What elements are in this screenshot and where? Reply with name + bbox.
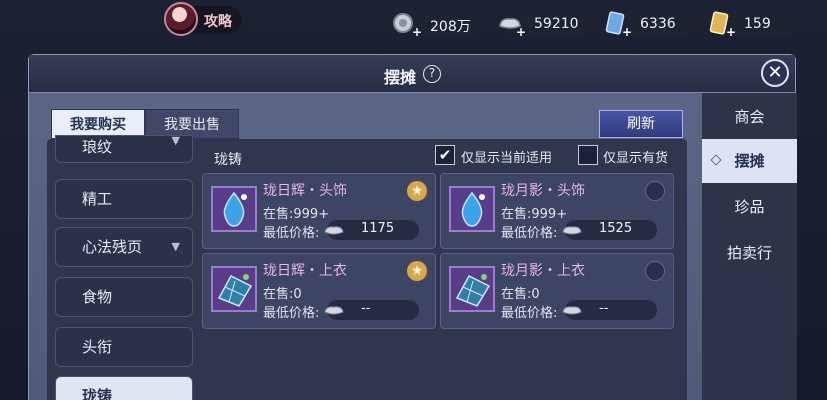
category-label: 心法残页 [82,238,143,256]
solar-panel-icon [211,266,257,312]
category-label: 精工 [82,190,113,208]
min-price-label: 最低价格: [263,306,320,321]
min-price-label: 最低价格: [501,306,558,321]
resource-gold-tickets[interactable]: + 159 [709,11,798,39]
resource-value: 159 [744,16,771,32]
blue-gem-icon [449,186,495,232]
filter-current-checkbox[interactable]: ✔ [435,145,455,165]
sidenav-item-stall[interactable]: 摆摊 [702,139,797,183]
resource-silver-ingots[interactable]: + 59210 [499,12,588,39]
item-card[interactable]: 珑月影・头饰 在售:999+ 最低价格: 1525 [440,173,674,249]
category-label: 食物 [82,288,113,306]
item-card[interactable]: 珑月影・上衣 在售:0 最低价格: -- [440,253,674,329]
min-price-label: 最低价格: [501,226,558,241]
item-name: 珑月影・头饰 [501,183,585,199]
sidenav-item-chamber[interactable]: 商会 [702,95,797,139]
sidenav-item-treasure[interactable]: 珍品 [702,185,797,229]
refresh-button[interactable]: 刷新 [599,110,683,138]
silver-ingot-icon: + [496,9,526,39]
category-label: 珑铸 [82,387,113,400]
min-price-label: 最低价格: [263,226,320,241]
item-price: -- [599,301,609,316]
item-stock: 在售:999+ [263,207,330,222]
sidenav-item-auction[interactable]: 拍卖行 [702,231,797,275]
favorite-star-icon[interactable]: ★ [407,261,427,281]
favorite-star-icon[interactable]: ★ [407,181,427,201]
resource-value: 208万 [430,19,471,35]
price-display: 1525 [562,220,657,240]
guide-label: 攻略 [204,14,232,30]
silver-ingot-icon [323,300,345,320]
help-icon[interactable]: ? [423,65,441,83]
silver-ingot-icon [323,220,345,240]
category-item-title[interactable]: 头衔 [55,327,193,367]
category-label: 琅纹 [82,138,113,156]
category-label: 头衔 [82,338,113,356]
guide-button[interactable]: 攻略 [164,2,242,36]
silver-coin-stack-icon: + [392,9,422,39]
item-stock: 在售:0 [263,287,302,302]
solar-panel-icon [449,266,495,312]
stall-window: 摆摊 ? ✕ 我要购买 我要出售 刷新 琅纹 ▼ 精工 心法残页 ▼ 食物 头衔… [28,54,797,400]
silver-ingot-icon [561,220,583,240]
favorite-toggle-icon[interactable] [645,181,665,201]
close-icon[interactable]: ✕ [761,59,789,87]
item-price: -- [361,301,371,316]
filter-instock-label: 仅显示有货 [603,151,669,166]
diamond-marker-icon [710,154,722,166]
guide-avatar [164,2,198,36]
category-item-food[interactable]: 食物 [55,277,193,317]
section-title: 珑铸 [214,152,242,168]
filter-current-label: 仅显示当前适用 [461,151,553,166]
silver-ingot-icon [561,300,583,320]
item-price: 1175 [361,221,395,236]
item-card[interactable]: 珑日辉・上衣 在售:0 最低价格: -- ★ [202,253,436,329]
resource-value: 6336 [640,16,676,32]
gold-ticket-icon: + [706,9,736,39]
item-stock: 在售:999+ [501,207,568,222]
window-title: 摆摊 [384,68,417,87]
sidenav-label: 摆摊 [734,152,765,170]
filter-instock-checkbox[interactable] [578,145,598,165]
blue-gem-icon [211,186,257,232]
item-name: 珑月影・上衣 [501,263,585,279]
item-name: 珑日辉・上衣 [263,263,347,279]
resource-value: 59210 [534,16,579,32]
price-display: 1175 [324,220,419,240]
item-stock: 在售:0 [501,287,540,302]
blue-ticket-icon: + [602,9,632,39]
category-item-jinggong[interactable]: 精工 [55,179,193,219]
item-price: 1525 [599,221,633,236]
item-name: 珑日辉・头饰 [263,183,347,199]
window-titlebar: 摆摊 ? ✕ [29,55,795,93]
price-display: -- [562,300,657,320]
chevron-down-icon: ▼ [171,240,180,253]
chevron-down-icon: ▼ [171,134,180,147]
item-card[interactable]: 珑日辉・头饰 在售:999+ 最低价格: 1175 ★ [202,173,436,249]
category-item-xinfa[interactable]: 心法残页 ▼ [55,227,193,267]
market-panel: 我要购买 我要出售 刷新 琅纹 ▼ 精工 心法残页 ▼ 食物 头衔 珑铸 珑铸 … [29,93,702,400]
favorite-toggle-icon[interactable] [645,261,665,281]
category-item-langwen[interactable]: 琅纹 ▼ [55,134,193,163]
top-resource-bar: 攻略 + 208万 + 59210 + 6336 + 159 [0,0,827,50]
side-navigation: 商会 摆摊 珍品 拍卖行 [702,93,797,400]
category-item-longzhu[interactable]: 珑铸 [55,376,193,400]
resource-blue-tickets[interactable]: + 6336 [605,11,694,39]
price-display: -- [324,300,419,320]
resource-silver-coins[interactable]: + 208万 [393,12,480,39]
